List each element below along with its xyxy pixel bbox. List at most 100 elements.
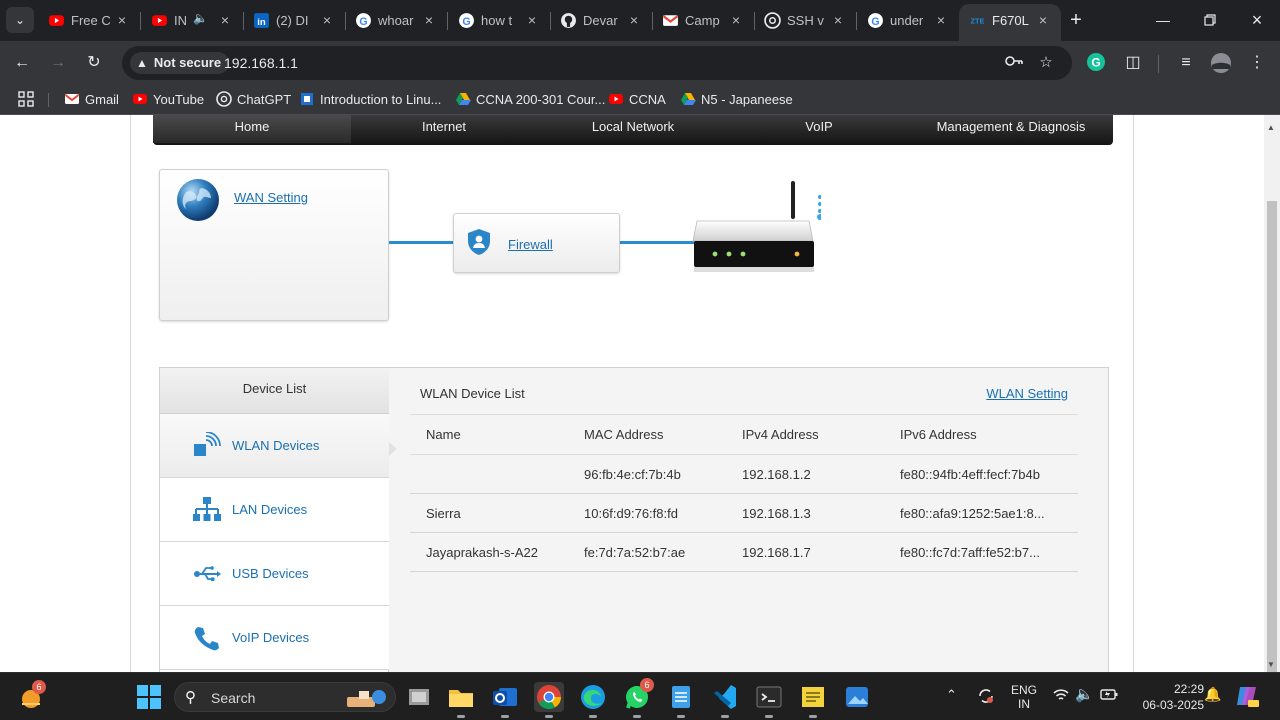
browser-tab[interactable]: Ghow t ×: [448, 0, 550, 41]
close-tab-icon[interactable]: ×: [421, 11, 437, 29]
terminal-app[interactable]: [754, 682, 784, 718]
device-ipv6-cell: fe80::afa9:1252:5ae1:8...: [884, 493, 1078, 533]
task-view-button[interactable]: [404, 682, 434, 712]
minimize-button[interactable]: —: [1153, 10, 1173, 30]
browser-tab[interactable]: Free C ×: [38, 0, 140, 41]
bookmark-item[interactable]: CCNA 200-301 Cour...: [455, 91, 605, 109]
device-list-sidebar: Device List WLAN Devices LAN Devices USB D…: [160, 368, 389, 672]
show-hidden-icons-button[interactable]: ⌃: [946, 687, 957, 703]
browser-tab[interactable]: Gwhoar ×: [345, 0, 447, 41]
page-scrollbar[interactable]: ▲ ▼: [1264, 115, 1280, 679]
sticky-notes-app[interactable]: [798, 682, 828, 718]
battery-icon[interactable]: [1100, 686, 1118, 705]
reload-button[interactable]: ↻: [83, 52, 105, 74]
scroll-down-arrow-icon[interactable]: ▼: [1267, 660, 1275, 669]
browser-tab[interactable]: Devar ×: [550, 0, 652, 41]
copilot-button[interactable]: [1234, 683, 1260, 712]
browser-tab[interactable]: ZTE F670L ×: [959, 4, 1061, 41]
column-header: Name: [410, 414, 568, 455]
device-list-item-label: LAN Devices: [232, 502, 308, 517]
close-tab-icon[interactable]: ×: [933, 11, 949, 29]
device-list-item[interactable]: WLAN Devices: [160, 414, 389, 478]
linux-course-icon: [299, 91, 315, 107]
profile-avatar[interactable]: [1210, 52, 1232, 74]
password-key-icon[interactable]: [1004, 54, 1024, 72]
nav-item[interactable]: Local Network: [537, 115, 729, 143]
column-header: IPv4 Address: [726, 414, 884, 455]
vscode-app[interactable]: [710, 682, 740, 718]
tab-title: Free C: [71, 13, 111, 28]
wan-setting-link[interactable]: WAN Setting: [234, 190, 308, 205]
weather-widget[interactable]: 6: [16, 680, 46, 712]
tab-title: Devar: [583, 13, 618, 28]
restore-button[interactable]: [1200, 10, 1220, 30]
close-tab-icon[interactable]: ×: [524, 11, 540, 29]
apps-button[interactable]: [18, 91, 34, 109]
firewall-link[interactable]: Firewall: [508, 237, 553, 252]
bookmark-label: Gmail: [85, 92, 119, 107]
browser-tab[interactable]: IN 🔈 ×: [141, 0, 243, 41]
edge-app[interactable]: [578, 682, 608, 718]
nav-item[interactable]: Internet: [351, 115, 537, 143]
browser-tab[interactable]: Camp ×: [652, 0, 754, 41]
nav-item[interactable]: Home: [153, 115, 351, 143]
close-tab-icon[interactable]: ×: [1035, 11, 1051, 29]
svg-text:G: G: [1091, 56, 1100, 70]
browser-tab[interactable]: in (2) DI ×: [243, 0, 345, 41]
grammarly-extension-button[interactable]: G: [1085, 52, 1107, 74]
volume-icon[interactable]: 🔈: [1075, 685, 1094, 703]
sync-icon[interactable]: [976, 686, 996, 709]
notifications-bell-icon[interactable]: 🔔: [1204, 686, 1221, 703]
browser-tab[interactable]: SSH v ×: [754, 0, 856, 41]
taskbar-search-box[interactable]: ⚲ Search: [174, 682, 396, 712]
close-window-button[interactable]: ×: [1247, 10, 1267, 30]
new-tab-button[interactable]: +: [1066, 9, 1086, 31]
site-security-chip[interactable]: ▲ Not secure: [130, 52, 230, 74]
scroll-up-arrow-icon[interactable]: ▲: [1267, 123, 1275, 132]
bookmark-item[interactable]: CCNA: [608, 91, 666, 109]
start-button[interactable]: [134, 682, 164, 712]
file-explorer-app[interactable]: [446, 682, 476, 718]
close-tab-icon[interactable]: ×: [728, 11, 744, 29]
close-tab-icon[interactable]: ×: [830, 11, 846, 29]
close-tab-icon[interactable]: ×: [114, 11, 130, 29]
wlan-setting-link[interactable]: WLAN Setting: [986, 386, 1068, 401]
bookmark-item[interactable]: N5 - Japaneese: [680, 91, 793, 109]
close-tab-icon[interactable]: ×: [217, 11, 233, 29]
notepad-app[interactable]: [666, 682, 696, 718]
bookmark-star-icon[interactable]: ☆: [1036, 54, 1056, 72]
search-highlight-icon: [347, 690, 386, 707]
nav-item[interactable]: Management & Diagnosis: [909, 115, 1113, 143]
extensions-button[interactable]: ◫: [1122, 52, 1144, 74]
media-controls-button[interactable]: ≡: [1175, 52, 1197, 74]
back-button[interactable]: ←: [11, 52, 33, 74]
chrome-app[interactable]: [534, 682, 564, 718]
wifi-icon[interactable]: [1052, 686, 1070, 707]
nav-item[interactable]: VoIP: [729, 115, 909, 143]
photos-app[interactable]: [842, 682, 872, 712]
bookmark-item[interactable]: Introduction to Linu...: [299, 91, 441, 109]
tab-search-button[interactable]: ⌄: [6, 7, 34, 33]
tab-title: how t: [481, 13, 513, 28]
bookmark-item[interactable]: YouTube: [132, 91, 204, 109]
url-text[interactable]: 192.168.1.1: [224, 55, 298, 71]
device-list-item[interactable]: LAN Devices: [160, 478, 389, 542]
device-list-item[interactable]: USB Devices: [160, 542, 389, 606]
language-indicator[interactable]: ENG IN: [1006, 683, 1042, 711]
address-bar[interactable]: ▲ Not secure 192.168.1.1 ☆: [122, 46, 1072, 80]
bookmark-item[interactable]: Gmail: [64, 91, 119, 109]
device-list-item[interactable]: VoIP Devices: [160, 606, 389, 670]
clock[interactable]: 22:29 06-03-2025: [1130, 681, 1204, 713]
close-tab-icon[interactable]: ×: [319, 11, 335, 29]
whatsapp-app[interactable]: 6: [622, 678, 654, 718]
browser-tab[interactable]: Gunder ×: [857, 0, 959, 41]
speaker-icon[interactable]: 🔈: [193, 11, 208, 25]
browser-menu-button[interactable]: ⋮: [1246, 52, 1268, 74]
reload-icon: ↻: [87, 54, 101, 71]
close-tab-icon[interactable]: ×: [626, 11, 642, 29]
outlook-app[interactable]: [490, 682, 520, 718]
forward-button[interactable]: →: [47, 52, 69, 74]
bookmark-item[interactable]: ChatGPT: [216, 91, 291, 109]
scroll-thumb[interactable]: [1267, 201, 1277, 679]
device-name-cell: [410, 454, 568, 494]
